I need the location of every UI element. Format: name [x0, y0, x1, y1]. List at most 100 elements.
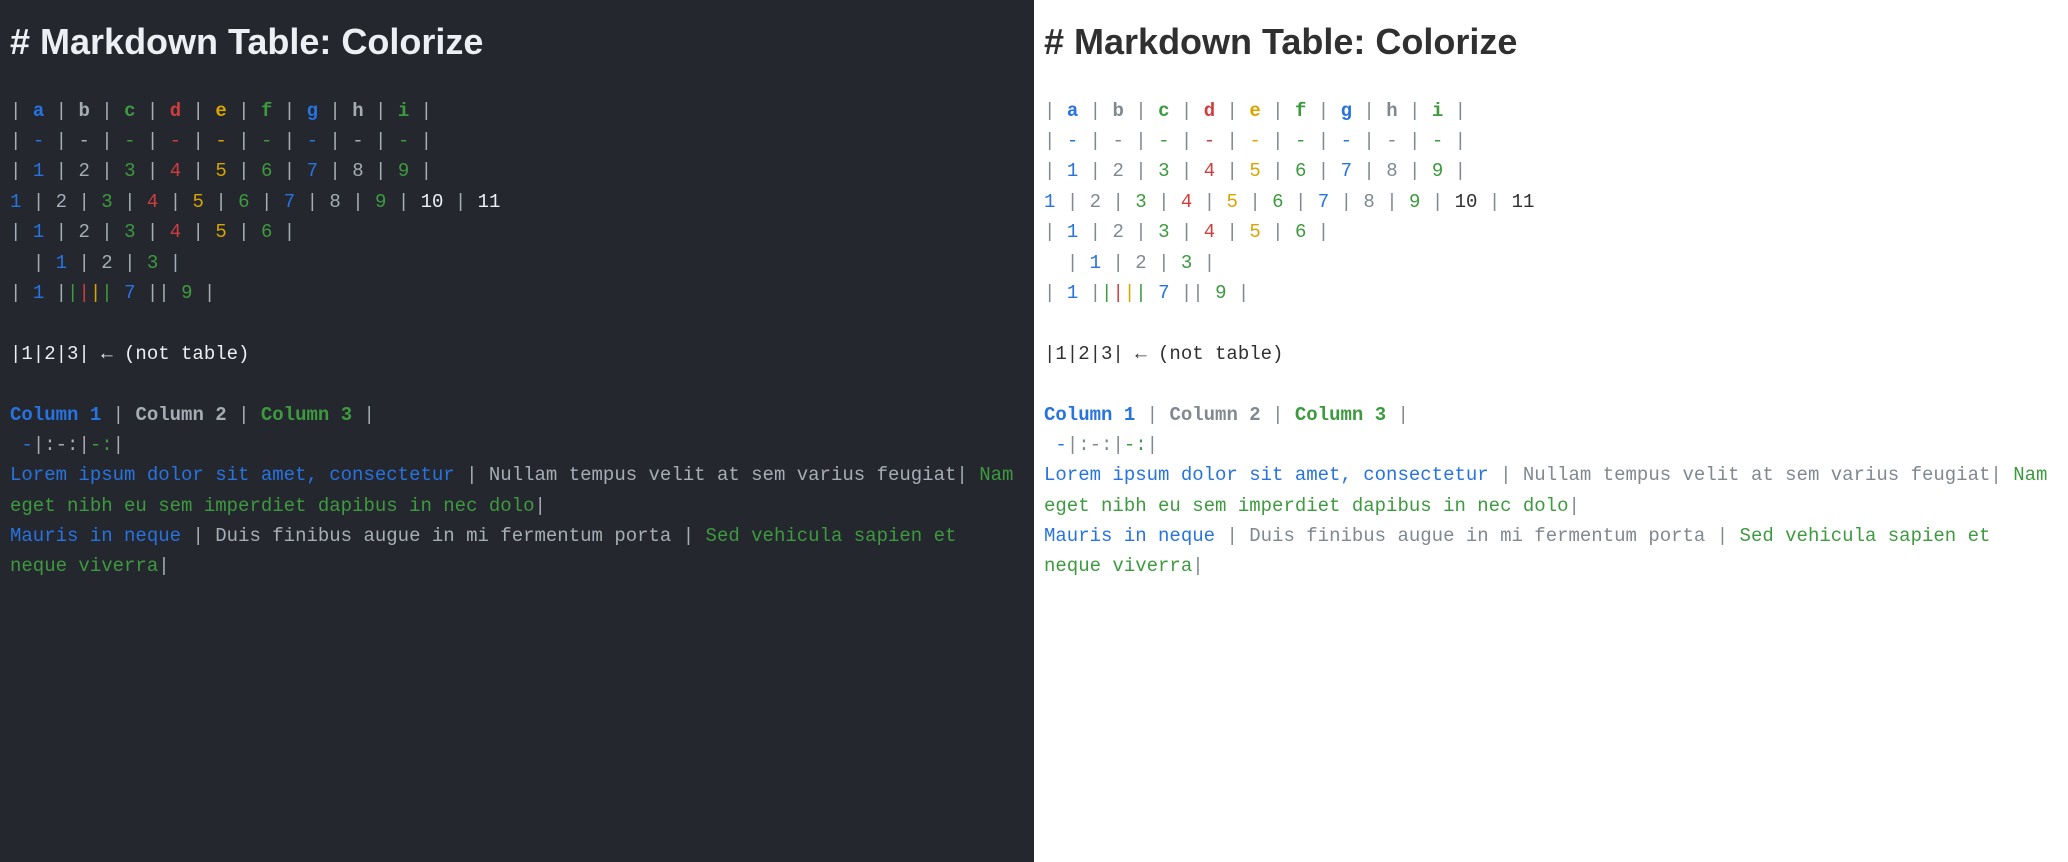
pipe: | [1569, 495, 1580, 517]
sep-5: - [1249, 130, 1260, 152]
hdr-h: h [352, 100, 363, 122]
r3c8: 8 [1386, 160, 1397, 182]
page-title: # Markdown Table: Colorize [10, 22, 1024, 62]
pipe: | [1044, 100, 1055, 122]
a2: : [1078, 434, 1089, 456]
pipe: | [56, 100, 67, 122]
col2-header: Column 2 [135, 404, 226, 426]
pipe: | [33, 191, 44, 213]
r5c2: 2 [1112, 221, 1123, 243]
pipe: | [124, 252, 135, 274]
pipe: | [1341, 191, 1352, 213]
pipe: | [147, 100, 158, 122]
hdr-d: d [170, 100, 181, 122]
r4c10: 10 [421, 191, 444, 213]
pipe: | [56, 160, 67, 182]
pipe: | [78, 252, 89, 274]
pipe: | [1090, 130, 1101, 152]
pipe: | [1455, 160, 1466, 182]
pipe: | [1090, 282, 1101, 304]
pipe: | [1181, 100, 1192, 122]
pipe: | [1135, 282, 1146, 304]
pipe: | [158, 282, 169, 304]
r3c1: 1 [33, 160, 44, 182]
pipe: | [284, 160, 295, 182]
pipe: | [261, 191, 272, 213]
r4c4: 4 [1181, 191, 1192, 213]
r5c6: 6 [261, 221, 272, 243]
pipe: | [329, 160, 340, 182]
pipe: | [238, 100, 249, 122]
pipe: | [33, 434, 44, 456]
pipe: | [101, 221, 112, 243]
col3-header: Column 3 [261, 404, 352, 426]
sep-8: - [352, 130, 363, 152]
pipe: | [1318, 160, 1329, 182]
pipe: | [238, 221, 249, 243]
r3c2: 2 [1112, 160, 1123, 182]
pipe: | [683, 525, 694, 547]
pipe: | [204, 282, 215, 304]
r3c6: 6 [1295, 160, 1306, 182]
pipe: | [193, 221, 204, 243]
r4c11: 11 [1512, 191, 1535, 213]
r6c3: 3 [147, 252, 158, 274]
pipe: | [78, 191, 89, 213]
pipe: | [10, 100, 21, 122]
r5c3: 3 [124, 221, 135, 243]
pipe: | [1489, 191, 1500, 213]
r4c6: 6 [238, 191, 249, 213]
col2-header: Column 2 [1169, 404, 1260, 426]
pipe: | [1455, 130, 1466, 152]
r4c10: 10 [1455, 191, 1478, 213]
pipe: | [193, 100, 204, 122]
r4c5: 5 [1227, 191, 1238, 213]
pipe: | [1272, 221, 1283, 243]
pipe: | [1090, 221, 1101, 243]
hdr-e: e [1249, 100, 1260, 122]
r7c1: 1 [33, 282, 44, 304]
pipe: | [1147, 404, 1158, 426]
pipe: | [1226, 525, 1237, 547]
hdr-g: g [1341, 100, 1352, 122]
pipe: | [1238, 282, 1249, 304]
pipe: | [1409, 160, 1420, 182]
r3c9: 9 [1432, 160, 1443, 182]
pipe: | [101, 130, 112, 152]
pipe: | [101, 282, 112, 304]
pipe: | [193, 160, 204, 182]
pipe: | [1398, 404, 1409, 426]
pipe: | [56, 221, 67, 243]
hdr-f: f [1295, 100, 1306, 122]
pipe: | [1318, 100, 1329, 122]
r3c4: 4 [170, 160, 181, 182]
pipe: | [1044, 221, 1055, 243]
sep-6: - [1295, 130, 1306, 152]
pipe: | [1249, 191, 1260, 213]
sep-3: - [1158, 130, 1169, 152]
pipe: | [33, 252, 44, 274]
pipe: | [1192, 282, 1203, 304]
a5: - [90, 434, 101, 456]
pipe: | [90, 282, 101, 304]
pipe: | [1135, 160, 1146, 182]
pipe: | [1112, 191, 1123, 213]
r3c3: 3 [124, 160, 135, 182]
pipe: | [1112, 252, 1123, 274]
pipe: | [147, 130, 158, 152]
pipe: | [238, 404, 249, 426]
a4: : [67, 434, 78, 456]
pipe: | [1386, 191, 1397, 213]
hdr-i: i [1432, 100, 1443, 122]
sep-4: - [1204, 130, 1215, 152]
pipe: | [1363, 160, 1374, 182]
sep-1: - [1067, 130, 1078, 152]
a3: - [56, 434, 67, 456]
a4: : [1101, 434, 1112, 456]
hdr-i: i [398, 100, 409, 122]
hdr-c: c [124, 100, 135, 122]
pipe: | [238, 130, 249, 152]
a1: - [1055, 434, 1066, 456]
r5c1: 1 [33, 221, 44, 243]
r5c4: 4 [170, 221, 181, 243]
